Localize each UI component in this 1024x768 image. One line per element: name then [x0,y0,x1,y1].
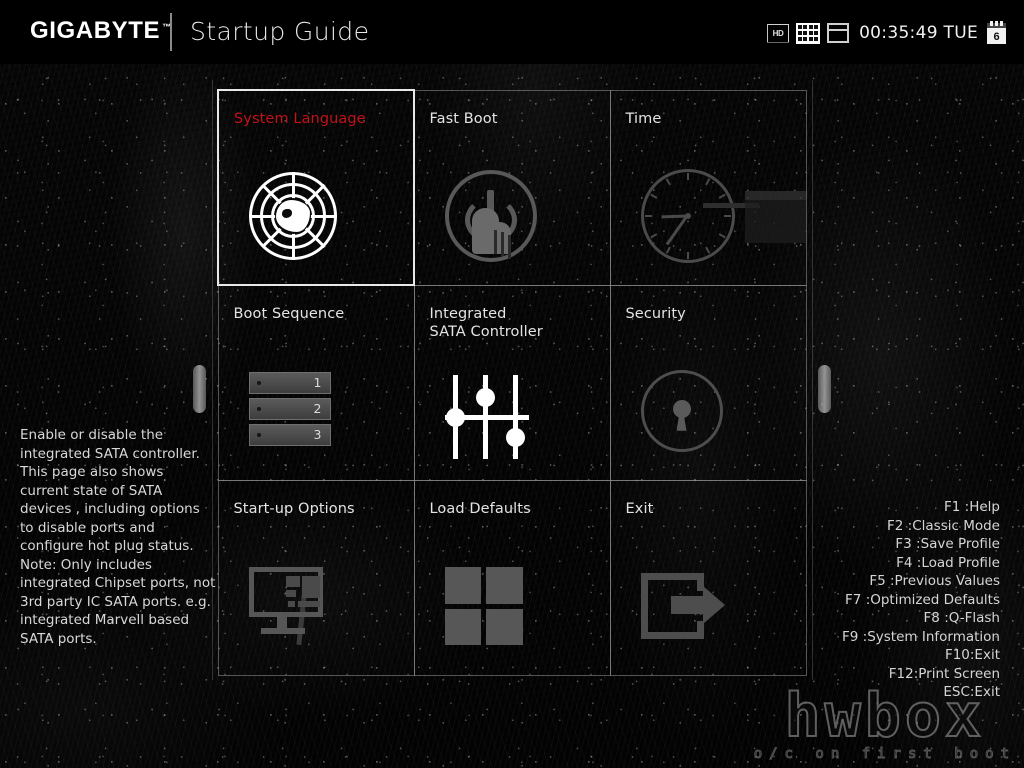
tile-startup-options[interactable]: Start-up Options [217,480,415,677]
scroll-handle-right[interactable] [818,365,831,413]
bios-startup-guide-screen: GIGABYTE ™ Startup Guide HD 00:35:49 TUE… [0,0,1024,768]
window-icon[interactable] [827,23,850,43]
function-key-item: F12:Print Screen [888,665,1000,682]
tile-label-integrated-sata-line1: Integrated [429,305,507,322]
globe-icon [219,151,413,281]
tile-label-system-language: System Language [234,111,366,127]
tile-label-exit: Exit [625,501,654,518]
monitor-icon [219,541,414,671]
scroll-track-right [812,80,813,680]
tile-label-integrated-sata-line2: SATA Controller [429,323,543,340]
function-key-item: F4 :Load Profile [896,554,1000,571]
tile-security[interactable]: Security [609,284,807,482]
scroll-handle-left[interactable] [193,365,206,413]
analog-clock-icon [611,151,806,281]
tile-label-boot-sequence: Boot Sequence [233,305,345,322]
help-description: Enable or disable the integrated SATA co… [20,426,216,648]
function-key-item: F2 :Classic Mode [887,517,1000,534]
function-key-item: F5 :Previous Values [869,573,1000,589]
tile-label-load-defaults: Load Defaults [429,501,531,518]
header-bar: GIGABYTE ™ Startup Guide HD 00:35:49 TUE… [0,0,1024,64]
gigabyte-logo: GIGABYTE ™ [30,17,172,45]
calendar-icon: 6 [987,20,1006,44]
boot-order-item: 1 [248,371,331,394]
function-key-legend: F1 :Help F2 :Classic Mode F3 :Save Profi… [814,498,1000,702]
tile-integrated-sata-controller[interactable]: Integrated SATA Controller [413,284,611,482]
boot-order-item: 2 [248,397,331,420]
tile-exit[interactable]: Exit [609,480,807,677]
grid-icon[interactable] [796,22,821,44]
scroll-track-left [212,80,213,680]
tile-label-fast-boot: Fast Boot [429,110,498,127]
tile-label-security: Security [625,305,686,322]
function-key-item: F9 :System Information [842,628,1000,645]
keyhole-lock-icon [611,346,806,476]
exit-arrow-icon [611,541,806,671]
description-line-3: Note: Only includes integrated Chipset p… [20,556,216,647]
function-key-item: F1 :Help [944,499,1000,515]
page-title: Startup Guide [190,17,370,46]
description-line-2: This page also shows current state of SA… [20,464,200,554]
status-cluster: HD 00:35:49 TUE 6 [767,20,1006,46]
system-clock: 00:35:49 TUE [859,23,978,43]
boot-order-item: 3 [248,423,331,446]
description-line-1: Enable or disable the integrated SATA co… [20,427,200,462]
tile-fast-boot[interactable]: Fast Boot [413,89,611,286]
function-key-item: F7 :Optimized Defaults [845,591,1000,608]
function-key-item: F8 :Q-Flash [923,610,1000,626]
boot-order-list-icon: 1 2 3 [219,346,414,476]
tile-time[interactable]: Time [609,89,807,286]
function-key-item: ESC:Exit [943,684,1000,700]
brand-text: GIGABYTE [30,17,161,44]
four-squares-icon [415,541,610,671]
function-key-item: F3 :Save Profile [895,536,1000,552]
tile-system-language[interactable]: System Language [217,89,415,287]
tile-label-startup-options: Start-up Options [233,501,355,518]
function-key-item: F10:Exit [944,647,1000,663]
sliders-icon [415,352,610,480]
tile-boot-sequence[interactable]: Boot Sequence 1 2 3 [217,284,415,482]
header-divider [170,13,172,51]
startup-tile-grid: System Language Fast Boot Time Boot Sequ… [217,89,807,677]
tile-label-time: Time [625,110,662,127]
tile-load-defaults[interactable]: Load Defaults [413,480,611,677]
power-button-finger-icon [415,151,610,281]
hd-icon[interactable]: HD [767,23,790,43]
